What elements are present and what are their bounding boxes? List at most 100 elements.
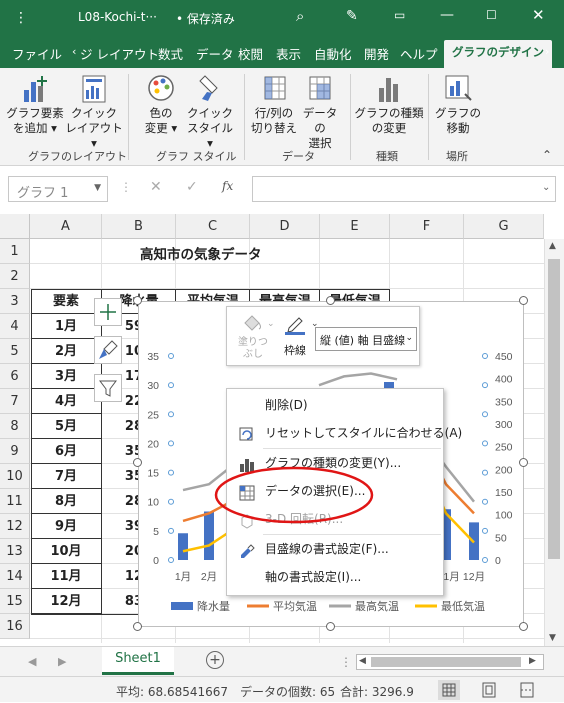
- tab-scroll-right-icon[interactable]: ›: [545, 45, 549, 58]
- column-header-c[interactable]: C: [176, 214, 250, 239]
- column-header-a[interactable]: A: [30, 214, 102, 239]
- tab-page-layout[interactable]: ジ レイアウト: [80, 44, 159, 63]
- fill-button[interactable]: 塗りつ ぶし: [235, 313, 271, 361]
- add-chart-element-button[interactable]: グラフ要素 を追加 ▾: [4, 72, 66, 136]
- right-axis-tick-label: 150: [495, 487, 513, 499]
- add-sheet-icon[interactable]: +: [206, 651, 224, 669]
- name-box[interactable]: グラフ 1 ▼: [8, 176, 108, 202]
- column-header-f[interactable]: F: [390, 214, 464, 239]
- scroll-down-icon[interactable]: ▼: [549, 633, 556, 643]
- tab-formulas[interactable]: 数式: [158, 44, 183, 63]
- menu-format-gridlines[interactable]: 目盛線の書式設定(F)...: [227, 535, 443, 563]
- row-header-10[interactable]: 10: [0, 464, 30, 489]
- pen-icon[interactable]: ✎: [346, 8, 358, 24]
- chart-resize-handle[interactable]: [133, 296, 142, 305]
- quick-style-button[interactable]: クイック スタイル ▾: [184, 72, 236, 151]
- vertical-scrollbar[interactable]: ▲ ▼: [544, 239, 564, 646]
- row-header-2[interactable]: 2: [0, 264, 30, 289]
- switch-row-column-button[interactable]: 行/列の 切り替え: [250, 72, 298, 136]
- row-header-4[interactable]: 4: [0, 314, 30, 339]
- chart-resize-handle[interactable]: [326, 296, 335, 305]
- page-break-view-button[interactable]: [516, 680, 538, 700]
- chart-element-selector[interactable]: 縦 (値) 軸 目盛線 ⌄: [315, 327, 417, 351]
- name-box-dropdown-icon[interactable]: ▼: [94, 183, 101, 193]
- column-header-e[interactable]: E: [320, 214, 390, 239]
- restore-icon[interactable]: ☐: [486, 8, 497, 22]
- horizontal-scrollbar[interactable]: ◀ ▶: [356, 654, 544, 670]
- horizontal-scroll-thumb[interactable]: [371, 657, 521, 667]
- row-header-15[interactable]: 15: [0, 589, 30, 614]
- page-layout-view-button[interactable]: [478, 680, 500, 700]
- ribbon-display-icon[interactable]: ▭: [394, 8, 405, 22]
- row-header-12[interactable]: 12: [0, 514, 30, 539]
- close-icon[interactable]: ✕: [532, 6, 545, 24]
- move-chart-button[interactable]: グラフの 移動: [434, 72, 482, 136]
- selector-dropdown-icon[interactable]: ⌄: [405, 333, 413, 343]
- tab-help[interactable]: ヘルプ: [400, 44, 438, 63]
- row-header-11[interactable]: 11: [0, 489, 30, 514]
- scroll-left-icon[interactable]: ◀: [359, 656, 366, 666]
- chart-resize-handle[interactable]: [519, 622, 528, 631]
- row-header-7[interactable]: 7: [0, 389, 30, 414]
- tab-developer[interactable]: 開発: [364, 44, 389, 63]
- next-sheet-icon[interactable]: ▶: [58, 655, 66, 668]
- tab-automate[interactable]: 自動化: [314, 44, 352, 63]
- chart-styles-button[interactable]: [94, 336, 122, 364]
- insert-function-icon[interactable]: fx: [222, 179, 233, 193]
- column-header-g[interactable]: G: [464, 214, 544, 239]
- right-axis-tick-label: 0: [495, 555, 501, 567]
- expand-formula-icon[interactable]: ⌄: [542, 182, 550, 193]
- outline-button[interactable]: 枠線: [279, 313, 311, 358]
- chart-resize-handle[interactable]: [519, 296, 528, 305]
- header-cell: 要素: [31, 289, 102, 314]
- row-header-8[interactable]: 8: [0, 414, 30, 439]
- tab-chart-design[interactable]: グラフのデザイン: [444, 40, 552, 68]
- scroll-right-icon[interactable]: ▶: [529, 656, 536, 666]
- menu-icon[interactable]: ⋮: [14, 10, 28, 26]
- row-header-14[interactable]: 14: [0, 564, 30, 589]
- chart-filters-button[interactable]: [94, 374, 122, 402]
- tab-review[interactable]: 校閲: [238, 44, 263, 63]
- prev-sheet-icon[interactable]: ◀: [28, 655, 36, 668]
- row-header-6[interactable]: 6: [0, 364, 30, 389]
- menu-format-axis[interactable]: 軸の書式設定(I)...: [227, 563, 443, 591]
- menu-delete[interactable]: 削除(D): [227, 391, 443, 419]
- search-icon[interactable]: ⌕: [296, 7, 304, 25]
- minimize-icon[interactable]: —: [440, 7, 454, 23]
- column-header-d[interactable]: D: [250, 214, 320, 239]
- row-header-1[interactable]: 1: [0, 239, 30, 264]
- fill-dropdown-icon[interactable]: ⌄: [267, 319, 275, 329]
- tab-view[interactable]: 表示: [276, 44, 301, 63]
- precip-cell: 39: [124, 519, 143, 534]
- vertical-scroll-thumb[interactable]: [548, 259, 560, 559]
- select-data-button[interactable]: データの 選択: [298, 72, 342, 151]
- menu-reset-style[interactable]: リセットしてスタイルに合わせる(A): [227, 419, 462, 447]
- left-axis-tick-label: 30: [147, 380, 159, 392]
- tab-scroll-left-icon[interactable]: ‹: [72, 45, 76, 58]
- cancel-icon[interactable]: ✕: [150, 179, 162, 195]
- tab-file[interactable]: ファイル: [12, 44, 62, 63]
- scroll-up-icon[interactable]: ▲: [549, 241, 556, 251]
- chart-resize-handle[interactable]: [519, 458, 528, 467]
- select-all-corner[interactable]: [0, 214, 30, 239]
- row-header-5[interactable]: 5: [0, 339, 30, 364]
- quick-layout-button[interactable]: クイック レイアウト ▾: [64, 72, 124, 151]
- precip-bar: [178, 533, 188, 560]
- collapse-ribbon-icon[interactable]: ⌃: [542, 148, 552, 162]
- row-header-3[interactable]: 3: [0, 289, 30, 314]
- normal-view-button[interactable]: [438, 680, 460, 700]
- chart-resize-handle[interactable]: [326, 622, 335, 631]
- formula-input[interactable]: [252, 176, 556, 202]
- chart-resize-handle[interactable]: [133, 458, 142, 467]
- row-header-16[interactable]: 16: [0, 614, 30, 639]
- tab-data[interactable]: データ: [196, 44, 234, 63]
- chart-resize-handle[interactable]: [133, 622, 142, 631]
- change-colors-button[interactable]: 色の 変更 ▾: [136, 72, 186, 136]
- sheet-tab-sheet1[interactable]: Sheet1: [102, 647, 174, 675]
- row-header-9[interactable]: 9: [0, 439, 30, 464]
- column-header-b[interactable]: B: [102, 214, 176, 239]
- chart-elements-button[interactable]: [94, 298, 122, 326]
- enter-icon[interactable]: ✓: [186, 179, 198, 195]
- change-chart-type-button[interactable]: グラフの種類 の変更: [354, 72, 424, 136]
- row-header-13[interactable]: 13: [0, 539, 30, 564]
